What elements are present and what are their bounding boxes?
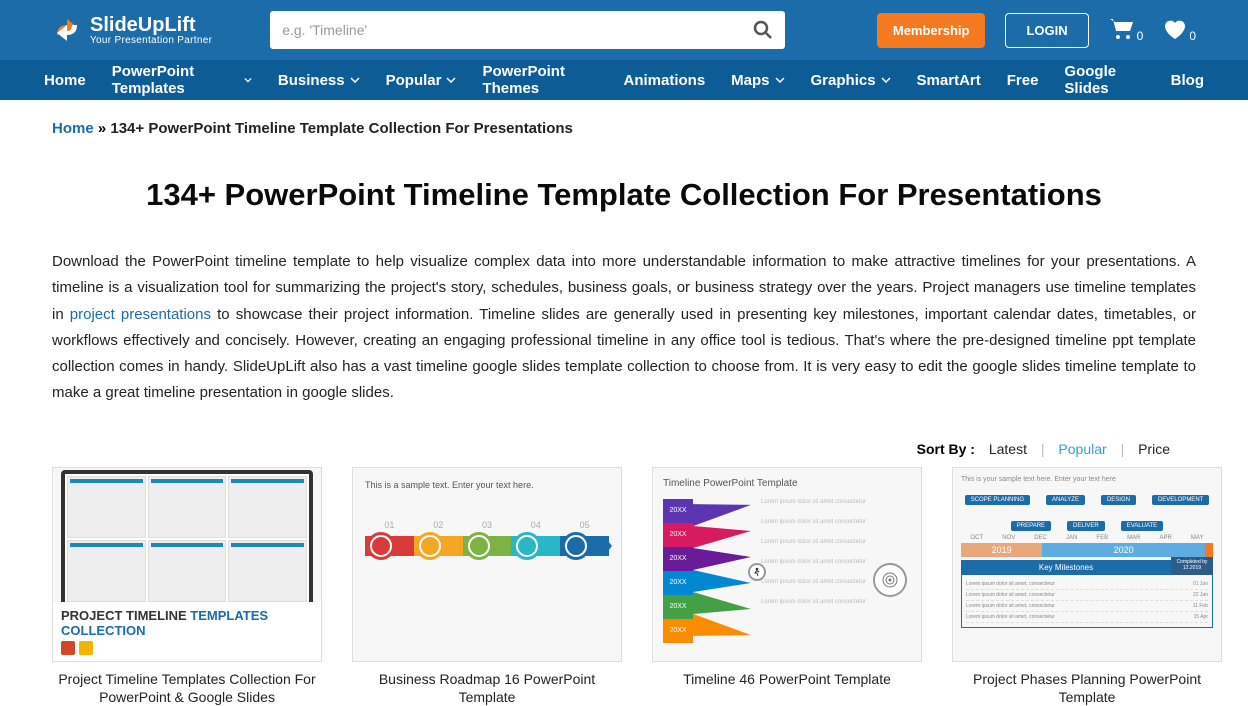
sort-latest[interactable]: Latest [989, 441, 1027, 457]
page-description: Download the PowerPoint timeline templat… [52, 249, 1196, 407]
cart-button[interactable]: 0 [1109, 18, 1144, 43]
nav-item-popular[interactable]: Popular [386, 72, 457, 89]
template-card: This is your sample text here. Enter you… [952, 467, 1222, 706]
powerpoint-icon [61, 641, 75, 655]
template-title[interactable]: Project Phases Planning PowerPoint Templ… [952, 662, 1222, 706]
template-grid: PROJECT TIMELINE TEMPLATES COLLECTION Pr… [52, 467, 1196, 706]
template-title[interactable]: Project Timeline Templates Collection Fo… [52, 662, 322, 706]
chevron-down-icon [775, 77, 785, 83]
template-thumbnail[interactable]: Timeline PowerPoint Template 20XX20XX20X… [652, 467, 922, 662]
page-title: 134+ PowerPoint Timeline Template Collec… [52, 177, 1196, 213]
nav-item-free[interactable]: Free [1007, 72, 1039, 89]
logo-subtitle: Your Presentation Partner [90, 35, 212, 46]
nav-item-graphics[interactable]: Graphics [811, 72, 891, 89]
target-icon [873, 563, 907, 597]
sort-row: Sort By : Latest | Popular | Price [52, 441, 1196, 457]
template-card: Timeline PowerPoint Template 20XX20XX20X… [652, 467, 922, 706]
breadcrumb-home[interactable]: Home [52, 120, 94, 137]
nav-item-animations[interactable]: Animations [623, 72, 705, 89]
breadcrumb-separator: » [98, 120, 106, 137]
content: Home » 134+ PowerPoint Timeline Template… [0, 100, 1248, 706]
login-button[interactable]: LOGIN [1005, 13, 1088, 48]
template-thumbnail[interactable]: PROJECT TIMELINE TEMPLATES COLLECTION [52, 467, 322, 662]
nav-item-blog[interactable]: Blog [1171, 72, 1204, 89]
google-slides-icon [79, 641, 93, 655]
wishlist-button[interactable]: 0 [1163, 18, 1196, 43]
chevron-down-icon [350, 77, 360, 83]
chevron-down-icon [881, 77, 891, 83]
sort-sep: | [1121, 441, 1125, 457]
template-card: This is a sample text. Enter your text h… [352, 467, 622, 706]
nav-item-google-slides[interactable]: Google Slides [1064, 63, 1144, 97]
runner-icon [748, 563, 766, 581]
project-presentations-link[interactable]: project presentations [70, 306, 211, 323]
search-input[interactable] [282, 22, 753, 38]
cart-icon [1109, 18, 1135, 40]
logo-title: SlideUpLift [90, 15, 212, 35]
header-top: SlideUpLift Your Presentation Partner Me… [0, 0, 1248, 60]
wishlist-count: 0 [1189, 29, 1196, 43]
nav-item-home[interactable]: Home [44, 72, 86, 89]
template-card: PROJECT TIMELINE TEMPLATES COLLECTION Pr… [52, 467, 322, 706]
logo-text: SlideUpLift Your Presentation Partner [90, 15, 212, 46]
nav-item-powerpoint-themes[interactable]: PowerPoint Themes [482, 63, 597, 97]
breadcrumb: Home » 134+ PowerPoint Timeline Template… [52, 120, 1196, 137]
nav-item-smartart[interactable]: SmartArt [917, 72, 981, 89]
logo[interactable]: SlideUpLift Your Presentation Partner [52, 15, 212, 46]
sort-price[interactable]: Price [1138, 441, 1170, 457]
desc-part2: to showcase their project information. T… [52, 306, 1196, 402]
search-bar[interactable] [270, 11, 785, 49]
nav-item-maps[interactable]: Maps [731, 72, 784, 89]
template-title[interactable]: Timeline 46 PowerPoint Template [652, 662, 922, 688]
sort-sep: | [1041, 441, 1045, 457]
membership-button[interactable]: Membership [877, 13, 986, 48]
template-thumbnail[interactable]: This is a sample text. Enter your text h… [352, 467, 622, 662]
main-nav: Home PowerPoint Templates Business Popular P… [0, 60, 1248, 100]
search-icon[interactable] [753, 20, 773, 40]
header-right: Membership LOGIN 0 0 [877, 13, 1196, 48]
chevron-down-icon [244, 77, 252, 83]
nav-item-powerpoint-templates[interactable]: PowerPoint Templates [112, 63, 252, 97]
nav-item-business[interactable]: Business [278, 72, 360, 89]
sort-popular[interactable]: Popular [1058, 441, 1106, 457]
cart-count: 0 [1137, 29, 1144, 43]
logo-icon [52, 15, 82, 45]
sort-label: Sort By : [917, 441, 975, 457]
template-thumbnail[interactable]: This is your sample text here. Enter you… [952, 467, 1222, 662]
template-title[interactable]: Business Roadmap 16 PowerPoint Template [352, 662, 622, 706]
chevron-down-icon [446, 77, 456, 83]
heart-icon [1163, 18, 1187, 40]
breadcrumb-current: 134+ PowerPoint Timeline Template Collec… [110, 120, 572, 137]
